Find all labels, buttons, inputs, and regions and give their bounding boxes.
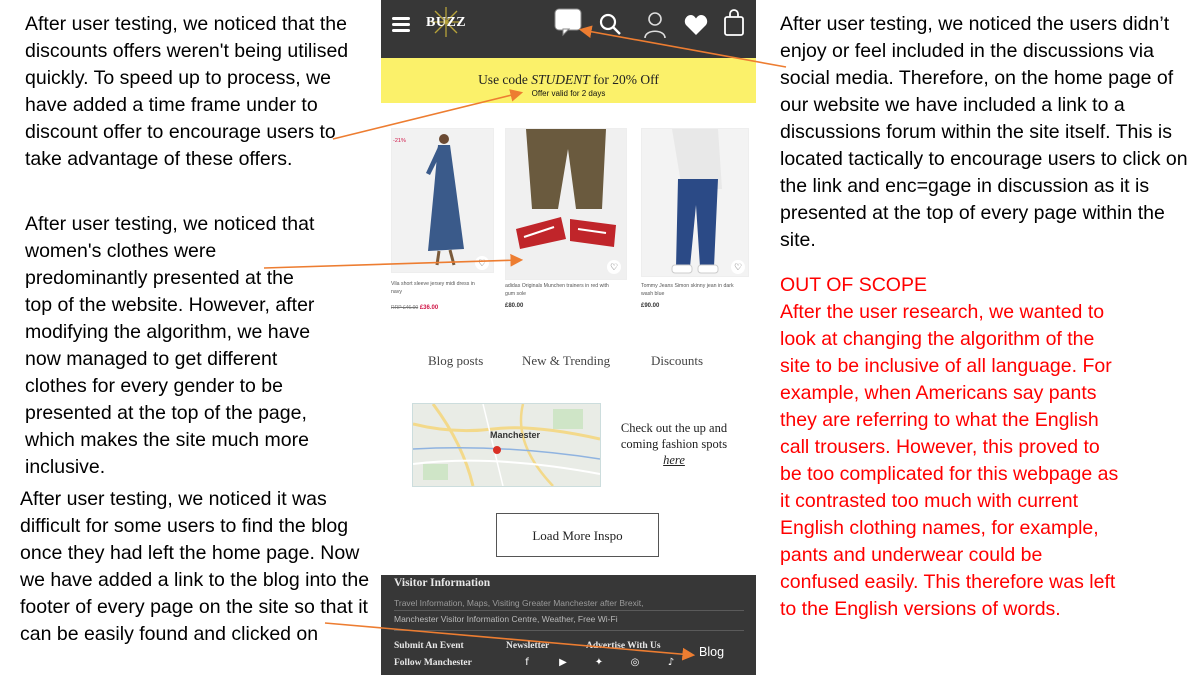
clothes-arrow — [263, 253, 524, 269]
blog-arrow — [324, 622, 696, 661]
discussion-arrow — [578, 25, 787, 68]
annotation-arrows — [263, 25, 787, 661]
discount-arrow — [332, 89, 524, 140]
